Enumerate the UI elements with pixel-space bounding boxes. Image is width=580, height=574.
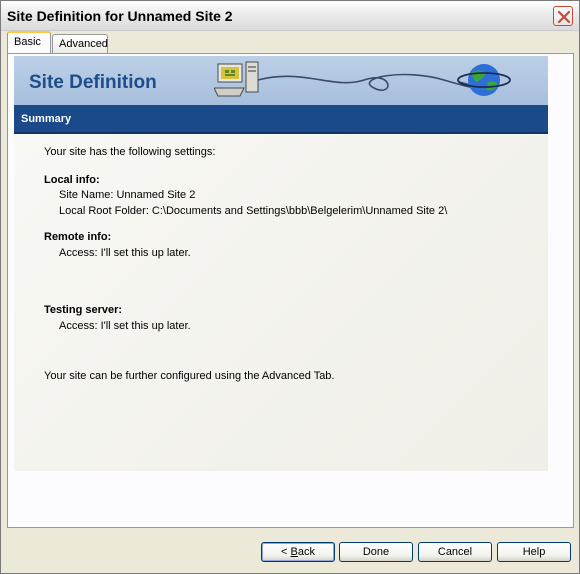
summary-section-bar: Summary [14, 105, 548, 134]
site-definition-dialog: Site Definition for Unnamed Site 2 Basic… [0, 0, 580, 574]
cancel-button[interactable]: Cancel [418, 542, 492, 562]
testing-access-value: Access: I'll set this up later. [59, 320, 191, 332]
header-banner: Site Definition [14, 56, 548, 105]
back-button-mnemonic: B [290, 546, 298, 558]
title-bar: Site Definition for Unnamed Site 2 [1, 1, 579, 31]
remote-access-value: Access: I'll set this up later. [59, 247, 191, 259]
remote-info-heading: Remote info: [44, 231, 112, 243]
advanced-tab-note: Your site can be further configured usin… [44, 370, 335, 382]
help-button[interactable]: Help [497, 542, 571, 562]
banner-title: Site Definition [29, 72, 157, 93]
banner-illustration [214, 61, 511, 97]
close-icon [557, 10, 571, 24]
done-button[interactable]: Done [339, 542, 413, 562]
computer-icon [214, 61, 259, 97]
basic-panel: Site Definition Summary Your site has th… [7, 53, 574, 528]
site-name-value: Site Name: Unnamed Site 2 [59, 189, 196, 201]
tab-advanced[interactable]: Advanced [52, 34, 108, 53]
summary-title: Summary [21, 113, 72, 125]
summary-intro: Your site has the following settings: [44, 146, 216, 158]
back-button-prefix: < [281, 546, 291, 558]
local-root-folder-value: Local Root Folder: C:\Documents and Sett… [59, 205, 448, 217]
local-info-heading: Local info: [44, 174, 100, 186]
close-button[interactable] [553, 6, 573, 26]
globe-icon [457, 64, 511, 96]
testing-server-heading: Testing server: [44, 304, 123, 316]
summary-content: Your site has the following settings: Lo… [14, 135, 548, 471]
back-button[interactable]: < Back [261, 542, 335, 562]
window-title: Site Definition for Unnamed Site 2 [7, 8, 233, 24]
tab-basic[interactable]: Basic [7, 31, 51, 53]
back-button-rest: ack [297, 546, 315, 558]
